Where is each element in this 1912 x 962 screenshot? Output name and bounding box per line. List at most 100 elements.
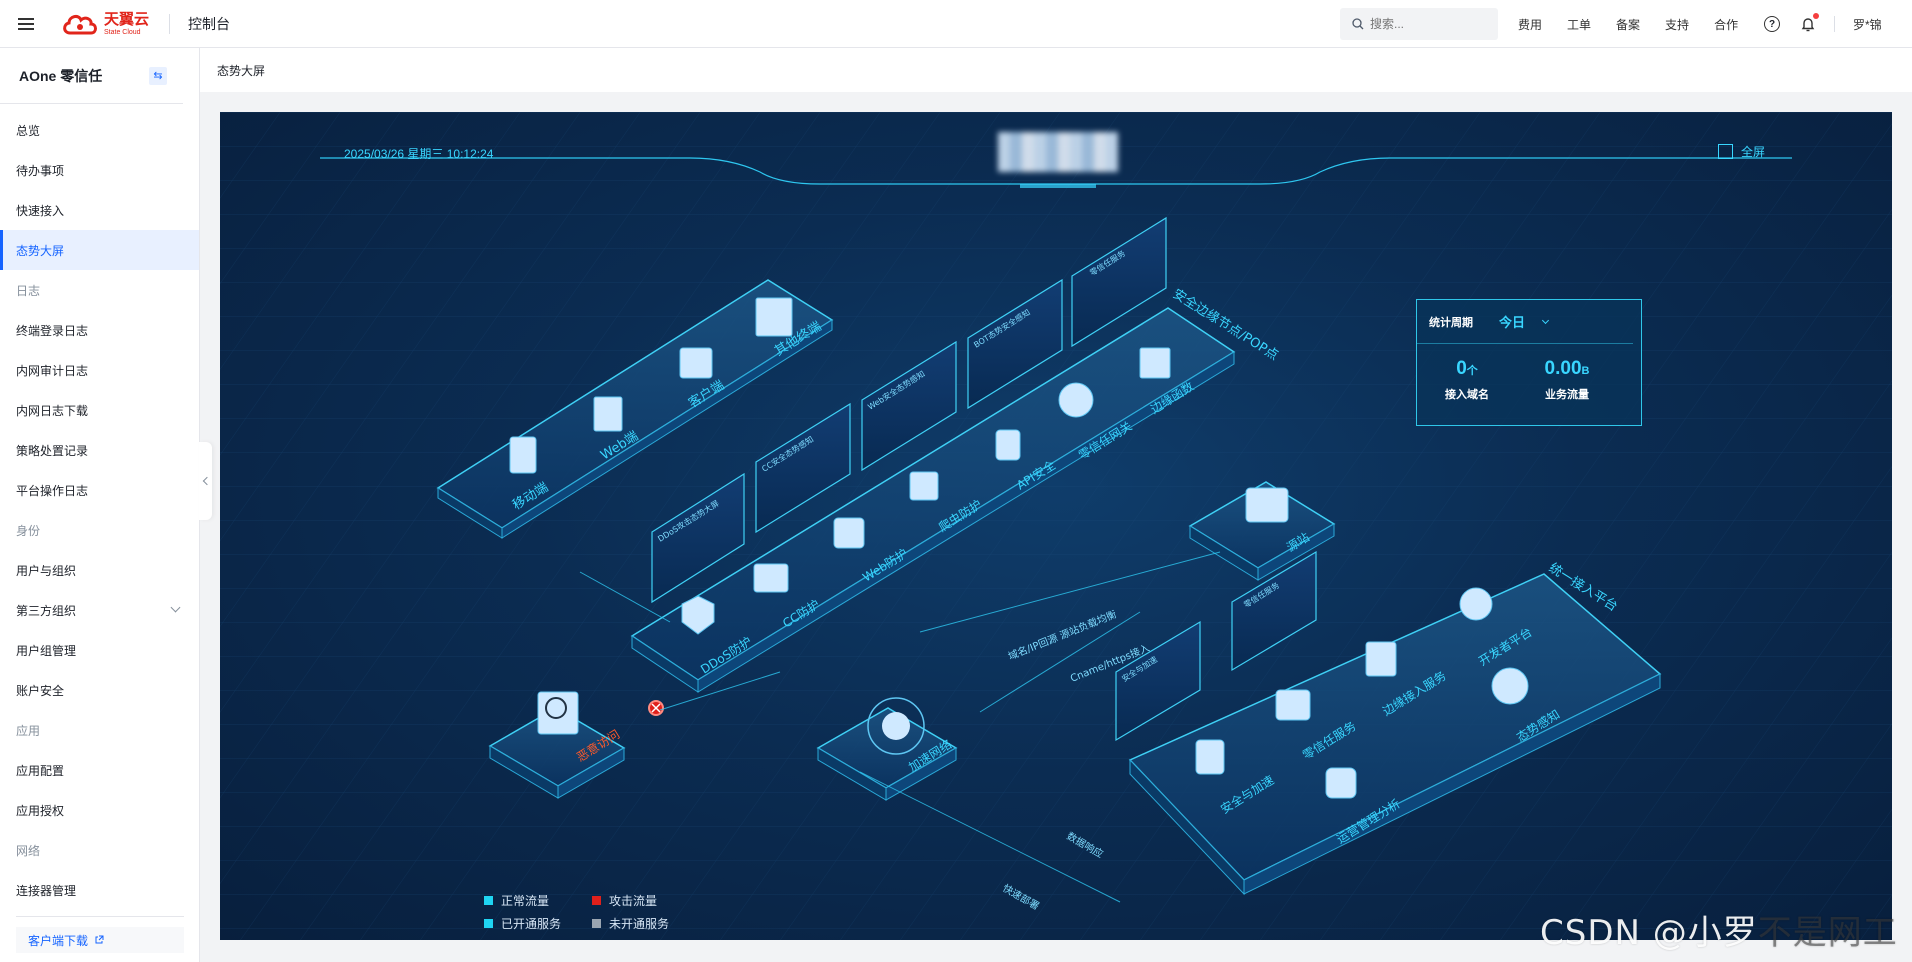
divider: [1834, 16, 1835, 32]
help-icon[interactable]: ?: [1764, 16, 1780, 32]
sidebar-item[interactable]: 用户组管理: [0, 630, 199, 670]
stats-body: 0个 接入域名 0.00B 业务流量: [1417, 344, 1641, 402]
sidebar-item[interactable]: 内网日志下载: [0, 390, 199, 430]
sidebar-item-label: 快速接入: [16, 203, 65, 218]
top-bar: 天翼云 State Cloud 控制台 费用 工单 备案 支持 合作 ? 罗*锦: [0, 0, 1912, 48]
search-box[interactable]: [1340, 8, 1498, 40]
divider: [169, 13, 171, 34]
sidebar-item-label: 应用授权: [16, 803, 65, 818]
sidebar-item[interactable]: 平台操作日志: [0, 470, 199, 510]
bell-icon[interactable]: [1800, 13, 1819, 32]
sidebar-item-label: 应用配置: [16, 763, 65, 778]
blurred-title: [998, 132, 1118, 172]
sidebar-item-label: 内网审计日志: [16, 363, 89, 378]
fullscreen-button[interactable]: 全屏: [1718, 143, 1765, 160]
legend-swatch: [592, 896, 601, 905]
sidebar-header: AOne 零信任 ⇆: [0, 48, 183, 104]
topology-graphic: 移动端 Web端 客户端 其他终端 安全边缘节点/POP点 DDoS防护 CC防…: [220, 112, 1892, 940]
user-menu[interactable]: 罗*锦: [1853, 16, 1882, 33]
client-download-link[interactable]: 客户端下载: [16, 927, 184, 953]
sidebar-item[interactable]: 终端登录日志: [0, 310, 199, 350]
sidebar-group-label: 身份: [0, 510, 199, 550]
sidebar-collapse-handle[interactable]: [199, 442, 212, 520]
stats-header: 统计周期 今日: [1417, 300, 1633, 344]
sidebar-item-label: 第三方组织: [16, 603, 77, 618]
sidebar-item[interactable]: 第三方组织: [0, 590, 199, 630]
sidebar-item-label: 待办事项: [16, 163, 65, 178]
nav-filing[interactable]: 备案: [1616, 16, 1640, 33]
chevron-down-icon[interactable]: [1541, 316, 1550, 324]
page-title: 态势大屏: [217, 63, 266, 78]
sidebar-item[interactable]: 连接器管理: [0, 870, 199, 910]
stat-domains-label: 接入域名: [1445, 389, 1489, 401]
sidebar-menu: 总览待办事项快速接入态势大屏日志终端登录日志内网审计日志 内网日志下载 策略处置记录…: [0, 104, 199, 910]
stats-period-select[interactable]: 今日: [1499, 312, 1525, 331]
stat-domains-unit: 个: [1466, 365, 1478, 377]
stat-domains-value: 0: [1456, 358, 1467, 379]
chevron-down-icon[interactable]: [170, 602, 181, 613]
watermark-part2: 不是网工: [1757, 913, 1898, 953]
console-link[interactable]: 控制台: [188, 14, 230, 34]
product-title: AOne 零信任: [19, 67, 103, 84]
sidebar-item[interactable]: 用户与组织: [0, 550, 199, 590]
sidebar-item-label: 身份: [16, 523, 41, 538]
stat-domains: 0个 接入域名: [1417, 358, 1517, 402]
nav-partner[interactable]: 合作: [1714, 16, 1738, 33]
sidebar-footer: 客户端下载: [16, 916, 184, 953]
sidebar-item-label: 日志: [16, 283, 41, 298]
top-nav: 费用 工单 备案 支持 合作: [1518, 0, 1763, 48]
cloud-logo-icon: [63, 14, 97, 34]
top-icons: ? 罗*锦: [1764, 0, 1882, 48]
datetime: 2025/03/26 星期三 10:12:24: [344, 147, 494, 161]
legend-item: 攻击流量: [592, 892, 692, 909]
sidebar-item-label: 态势大屏: [16, 243, 65, 258]
sidebar-item-label: 网络: [16, 843, 41, 858]
stat-traffic: 0.00B 业务流量: [1517, 358, 1617, 402]
sidebar-item-label: 应用: [16, 723, 41, 738]
logo[interactable]: 天翼云 State Cloud: [60, 0, 149, 48]
chevron-left-icon: [202, 476, 212, 486]
nav-support[interactable]: 支持: [1665, 16, 1689, 33]
sidebar-item[interactable]: 待办事项: [0, 150, 199, 190]
sidebar-item-label: 内网日志下载: [16, 403, 89, 418]
logo-text-en: State Cloud: [104, 28, 141, 36]
fullscreen-label: 全屏: [1741, 145, 1766, 159]
sidebar-item-label: 平台操作日志: [16, 483, 89, 498]
sidebar-item-label: 策略处置记录: [16, 443, 89, 458]
switch-product-icon[interactable]: ⇆: [149, 66, 167, 85]
sidebar-group-label: 应用: [0, 710, 199, 750]
menu-icon[interactable]: [0, 0, 52, 48]
stat-traffic-value: 0.00: [1544, 358, 1582, 379]
sidebar-item[interactable]: 快速接入: [0, 190, 199, 230]
watermark: CSDN @小罗不是网工: [1540, 905, 1898, 954]
sidebar-group-label: 网络: [0, 830, 199, 870]
sidebar-item[interactable]: 策略处置记录: [0, 430, 199, 470]
sidebar-item[interactable]: 总览: [0, 110, 199, 150]
sidebar-item[interactable]: 应用授权: [0, 790, 199, 830]
sidebar-item[interactable]: 内网审计日志: [0, 350, 199, 390]
stats-panel: 统计周期 今日 0个 接入域名 0.00B 业务流量: [1416, 299, 1642, 426]
stat-traffic-unit: B: [1581, 365, 1590, 377]
legend-label: 未开通服务: [609, 917, 670, 931]
search-input[interactable]: [1370, 17, 1490, 31]
legend-label: 已开通服务: [501, 917, 562, 931]
search-icon: [1352, 18, 1364, 30]
sidebar-item[interactable]: 账户安全: [0, 670, 199, 710]
stat-traffic-label: 业务流量: [1545, 389, 1589, 401]
sidebar-item[interactable]: 态势大屏: [0, 230, 199, 270]
legend-item: 已开通服务: [484, 915, 592, 932]
nav-ticket[interactable]: 工单: [1567, 16, 1591, 33]
legend-item: 未开通服务: [592, 915, 692, 932]
fullscreen-icon: [1718, 144, 1733, 159]
sidebar-group-label: 日志: [0, 270, 199, 310]
sidebar-item[interactable]: 应用配置: [0, 750, 199, 790]
breadcrumb: 态势大屏: [200, 48, 1912, 92]
legend-swatch: [484, 896, 493, 905]
legend-swatch: [592, 919, 601, 928]
nav-billing[interactable]: 费用: [1518, 16, 1542, 33]
legend-label: 攻击流量: [609, 894, 658, 908]
sidebar-item-label: 账户安全: [16, 683, 65, 698]
sidebar-item-label: 用户组管理: [16, 643, 77, 658]
notification-dot: [1813, 13, 1819, 19]
sidebar-item-label: 连接器管理: [16, 883, 77, 898]
